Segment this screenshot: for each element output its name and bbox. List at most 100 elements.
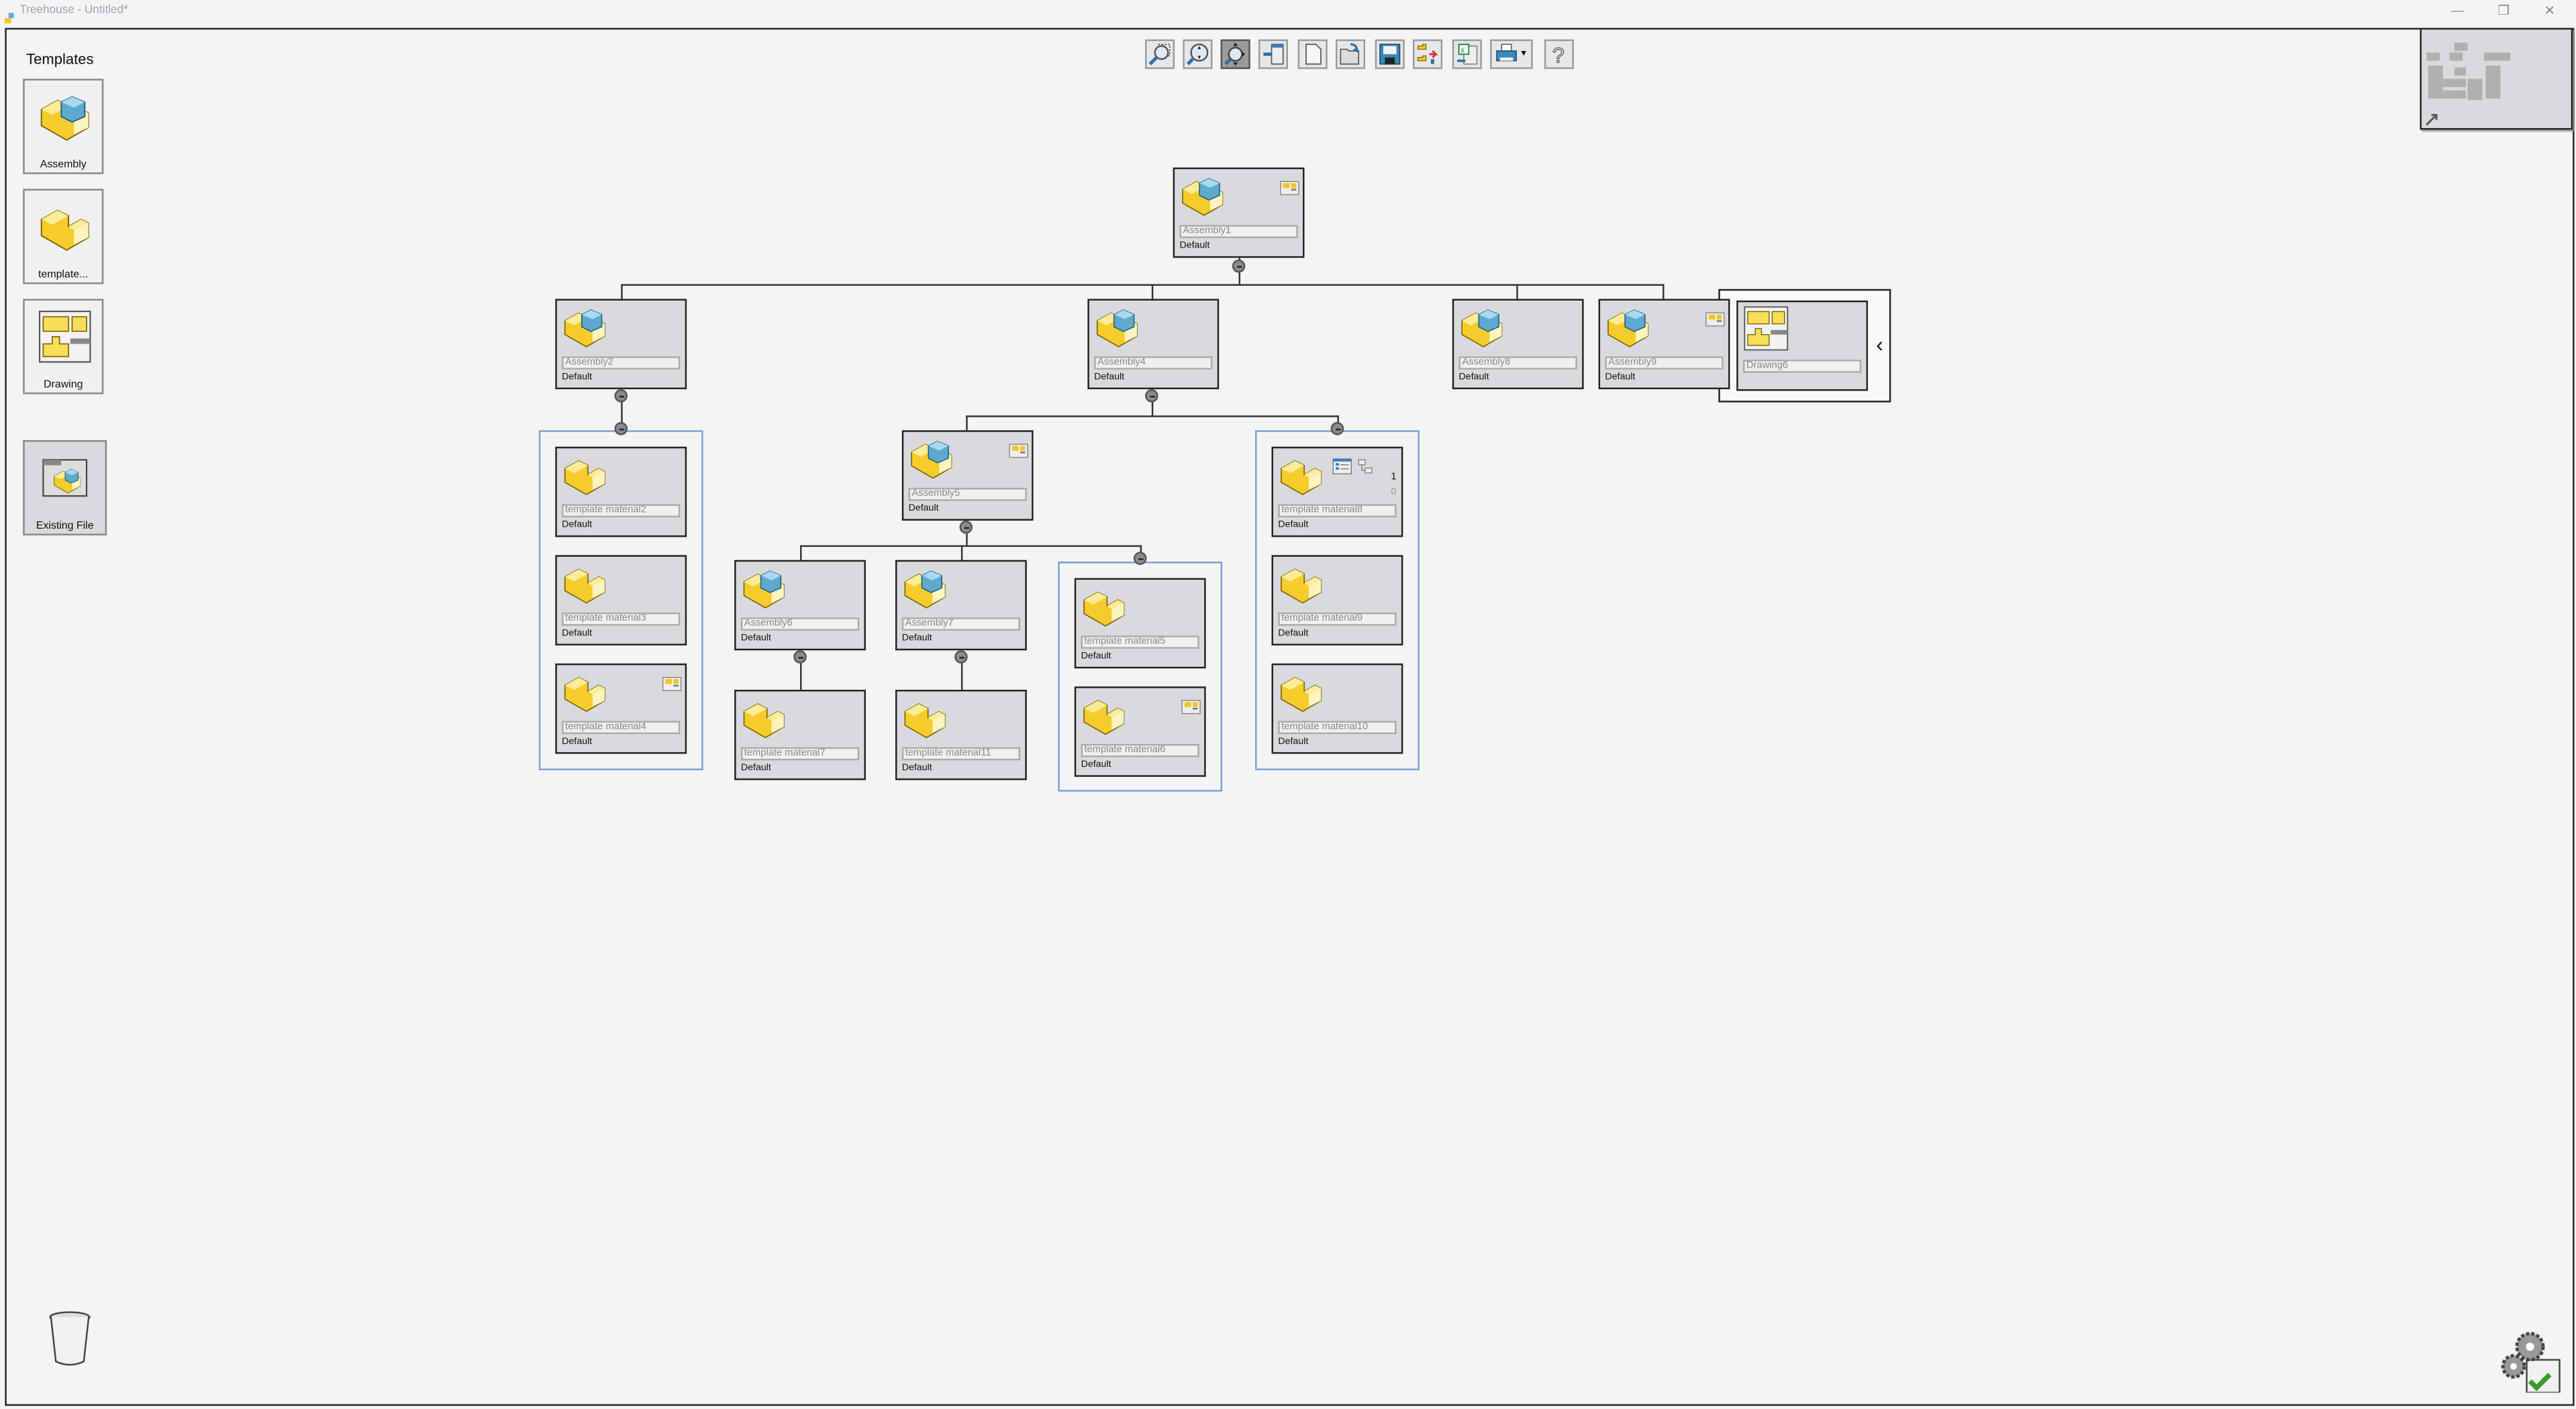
template-template[interactable]: template... [23, 189, 104, 284]
tree-node[interactable]: template material4 Default [555, 663, 687, 754]
node-name-field[interactable]: Assembly2 [562, 356, 681, 370]
node-name-field[interactable]: template material10 [1278, 721, 1397, 735]
tree-node[interactable]: template material5 Default [1074, 578, 1206, 669]
node-name-field[interactable]: template material3 [562, 612, 681, 626]
node-name-field[interactable]: Assembly7 [901, 617, 1021, 631]
assembly-icon [741, 565, 787, 611]
tree-node[interactable]: Assembly1 Default [1173, 167, 1305, 258]
export-excel-button[interactable]: x [1452, 39, 1482, 69]
part-icon [902, 694, 948, 741]
hierarchy-icon[interactable] [1357, 454, 1373, 474]
part-icon [1081, 691, 1128, 737]
node-configuration: Default [901, 764, 932, 774]
drawing-badge-icon[interactable] [1280, 174, 1299, 195]
collapse-button[interactable] [614, 389, 628, 403]
create-files-button[interactable] [1413, 39, 1443, 69]
svg-text:x: x [1460, 45, 1465, 54]
restore-button[interactable]: ❐ [2492, 3, 2515, 18]
template-existing-file[interactable]: Existing File [23, 439, 107, 535]
assembly-icon [1605, 304, 1651, 350]
node-configuration: Default [1179, 241, 1210, 252]
connector-line [966, 415, 968, 431]
pan-zoom-button[interactable] [1220, 39, 1250, 69]
node-name-field[interactable]: Assembly4 [1094, 356, 1213, 370]
drawing-badge-icon[interactable] [1705, 305, 1725, 327]
tree-node[interactable]: 1 0 template material8 Default [1271, 446, 1403, 537]
node-name-field[interactable]: Assembly1 [1179, 225, 1298, 238]
tree-node[interactable]: template material9 Default [1271, 555, 1403, 645]
open-button[interactable] [1335, 39, 1366, 69]
tree-node[interactable]: Assembly9 Default [1598, 299, 1730, 390]
collapse-chevron-icon[interactable]: ‹ [1876, 331, 1883, 356]
trash-icon[interactable] [48, 1309, 92, 1368]
node-configuration: Default [740, 764, 771, 774]
connector-line [1516, 284, 1518, 299]
node-name-field[interactable]: template material9 [1278, 612, 1397, 626]
tree-node[interactable]: Assembly7 Default [895, 560, 1027, 651]
collapse-button[interactable] [959, 520, 973, 534]
save-button[interactable] [1375, 39, 1405, 69]
collapse-button[interactable] [614, 422, 628, 435]
tree-node[interactable]: template material6 Default [1074, 686, 1206, 777]
tree-node[interactable]: Assembly2 Default [555, 299, 687, 390]
save-icon [1379, 43, 1401, 66]
node-name-field[interactable]: template material11 [901, 747, 1021, 761]
tree-node[interactable]: Drawing6 [1736, 300, 1869, 391]
node-configuration: Default [1081, 760, 1111, 770]
template-label: template... [38, 269, 89, 281]
node-name-field[interactable]: template material5 [1081, 635, 1199, 649]
tree-node[interactable]: template material10 Default [1271, 663, 1403, 754]
node-name-field[interactable]: template material7 [740, 747, 860, 761]
part-icon [562, 452, 608, 498]
node-name-field[interactable]: template material8 [1278, 504, 1397, 518]
tree-node[interactable]: Assembly8 Default [1452, 299, 1584, 390]
drawing-badge-icon[interactable] [1009, 437, 1028, 458]
tree-node[interactable]: Assembly5 Default [901, 430, 1034, 521]
close-button[interactable]: ✕ [2538, 3, 2561, 18]
node-name-field[interactable]: Assembly8 [1458, 356, 1577, 370]
node-name-field[interactable]: template material2 [562, 504, 681, 518]
part-icon [1278, 668, 1324, 715]
collapse-button[interactable] [1330, 422, 1344, 435]
help-button[interactable]: ? [1544, 39, 1574, 69]
new-button[interactable] [1297, 39, 1328, 69]
template-drawing[interactable]: Drawing [23, 299, 104, 395]
zoom-to-area-button[interactable] [1145, 39, 1175, 69]
collapse-button[interactable] [793, 650, 807, 664]
import-icon [1262, 43, 1285, 66]
tree-node[interactable]: template material11 Default [895, 690, 1027, 780]
node-name-field[interactable]: Assembly6 [740, 617, 860, 631]
collapse-button[interactable] [1145, 389, 1158, 403]
node-configuration: Default [562, 737, 593, 747]
tree-node[interactable]: template material7 Default [734, 690, 866, 780]
tree-node[interactable]: template material2 Default [555, 446, 687, 537]
tree-node[interactable]: Assembly6 Default [734, 560, 866, 651]
import-button[interactable] [1258, 39, 1288, 69]
node-name-field[interactable]: Assembly9 [1605, 356, 1724, 370]
settings-checklist-icon[interactable] [2497, 1327, 2563, 1394]
drawing-badge-icon[interactable] [662, 670, 682, 691]
node-name-field[interactable]: Assembly5 [908, 487, 1027, 501]
collapse-button[interactable] [954, 650, 968, 664]
secondary-count: 0 [1391, 487, 1397, 498]
node-name-field[interactable]: Drawing6 [1743, 360, 1862, 373]
minimap[interactable] [2420, 28, 2573, 130]
collapse-button[interactable] [1133, 552, 1147, 566]
node-name-field[interactable]: template material4 [562, 721, 681, 735]
print-icon [1495, 43, 1518, 66]
tree-node[interactable]: Assembly4 Default [1087, 299, 1220, 390]
zoom-to-fit-button[interactable] [1183, 39, 1213, 69]
drawing-badge-icon[interactable] [1181, 693, 1201, 715]
part-icon [562, 560, 608, 607]
template-assembly[interactable]: Assembly [23, 79, 104, 174]
collapse-button[interactable] [1232, 259, 1246, 273]
node-name-field[interactable]: template material6 [1081, 743, 1199, 758]
node-configuration: Default [1081, 651, 1111, 662]
minimize-button[interactable]: — [2446, 3, 2469, 18]
chevron-down-icon[interactable]: ▼ [1520, 49, 1528, 59]
connector-line [960, 545, 963, 560]
connector-line [1663, 284, 1665, 299]
print-button[interactable]: ▼ [1490, 39, 1533, 69]
properties-icon[interactable] [1332, 454, 1352, 474]
tree-node[interactable]: template material3 Default [555, 555, 687, 645]
